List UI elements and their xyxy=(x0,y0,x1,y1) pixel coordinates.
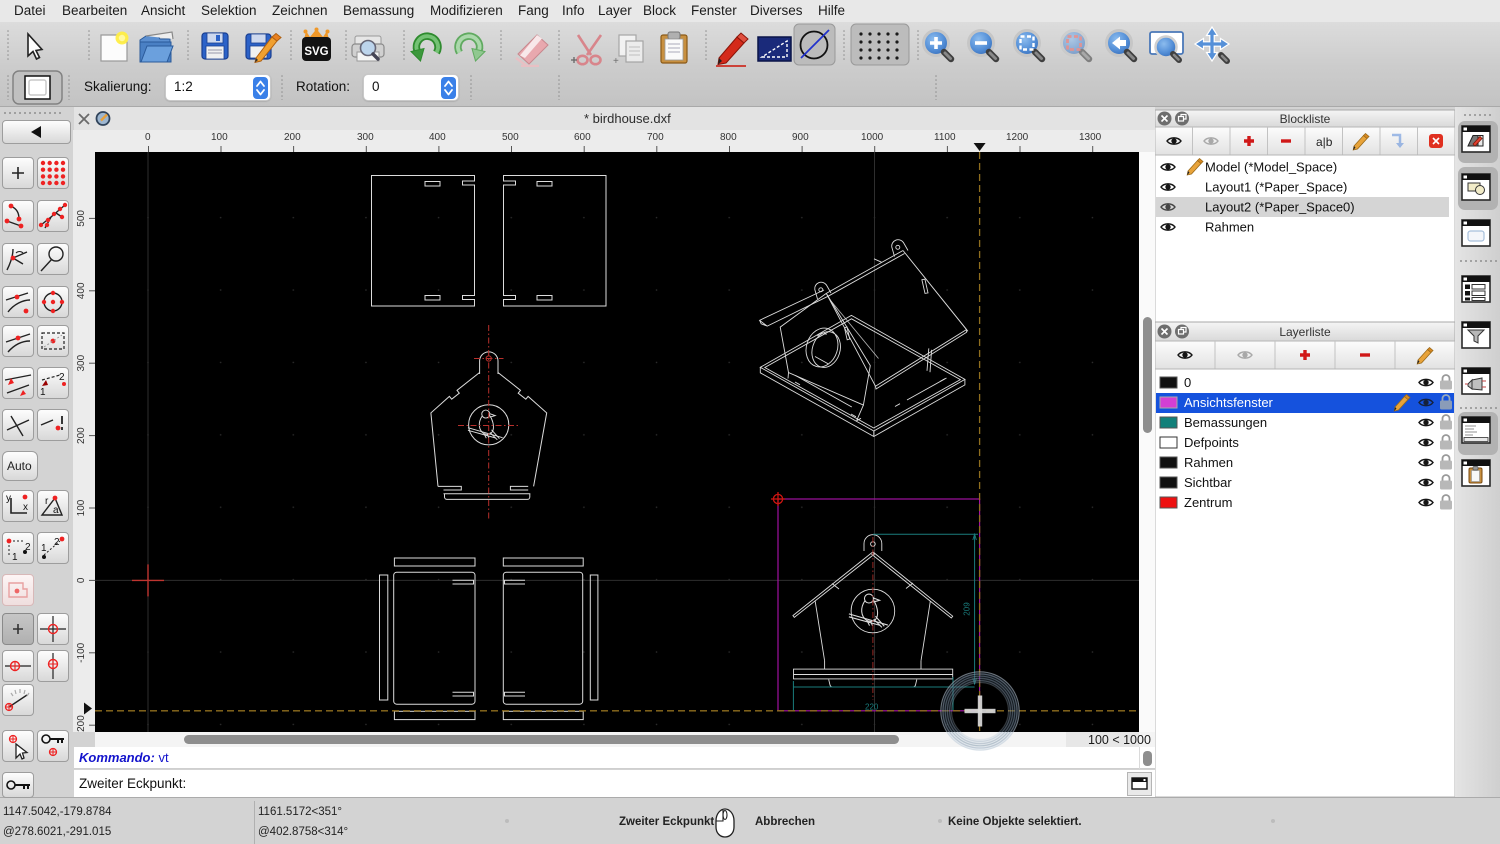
svg-text:x: x xyxy=(23,502,28,513)
svg-text:0: 0 xyxy=(1184,375,1191,390)
svg-text:1: 1 xyxy=(41,543,47,554)
svg-text:Rahmen: Rahmen xyxy=(1184,455,1233,470)
svg-text:Ansichtsfenster: Ansichtsfenster xyxy=(1184,395,1274,410)
svg-text:Defpoints: Defpoints xyxy=(1184,435,1239,450)
svg-text:500: 500 xyxy=(76,210,87,227)
svg-text:Bemassungen: Bemassungen xyxy=(1184,415,1267,430)
svg-text:Layout2 (*Paper_Space0): Layout2 (*Paper_Space0) xyxy=(1205,200,1355,215)
svg-text:-100: -100 xyxy=(76,642,87,662)
svg-text:-200: -200 xyxy=(76,715,87,732)
svg-text:a: a xyxy=(53,505,59,516)
svg-text:400: 400 xyxy=(76,282,87,299)
svg-text:Layerliste: Layerliste xyxy=(1279,325,1331,339)
svg-text:Rahmen: Rahmen xyxy=(1205,220,1254,235)
svg-text:Zentrum: Zentrum xyxy=(1184,495,1232,510)
svg-text:1: 1 xyxy=(40,387,46,398)
svg-text:Blockliste: Blockliste xyxy=(1280,112,1331,126)
svg-text:+: + xyxy=(613,56,619,67)
svg-text:0: 0 xyxy=(76,577,87,583)
svg-text:r: r xyxy=(45,496,49,507)
svg-text:Sichtbar: Sichtbar xyxy=(1184,475,1232,490)
svg-text:SVG: SVG xyxy=(304,46,328,58)
svg-text:300: 300 xyxy=(76,354,87,371)
svg-text:200: 200 xyxy=(76,427,87,444)
svg-text:209: 209 xyxy=(963,602,972,616)
svg-text:y: y xyxy=(6,493,11,504)
svg-text:2: 2 xyxy=(54,537,60,548)
svg-text:100: 100 xyxy=(76,499,87,516)
svg-text:2: 2 xyxy=(59,372,65,383)
svg-text:Layout1 (*Paper_Space): Layout1 (*Paper_Space) xyxy=(1205,180,1347,195)
svg-text:Model (*Model_Space): Model (*Model_Space) xyxy=(1205,160,1337,175)
svg-text:a|b: a|b xyxy=(1316,135,1333,149)
svg-text:1: 1 xyxy=(12,552,18,563)
svg-text:2: 2 xyxy=(25,542,31,553)
